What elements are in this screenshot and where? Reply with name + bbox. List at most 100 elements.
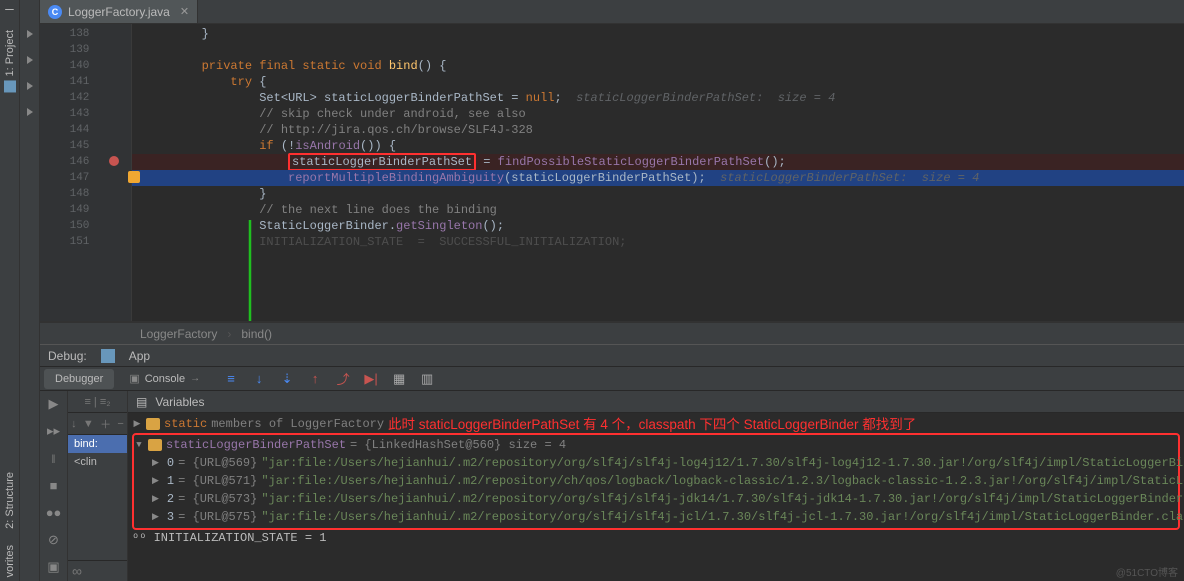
pause-icon[interactable]: ‖ — [46, 451, 62, 467]
run-to-cursor-icon[interactable]: ▶| — [363, 371, 379, 386]
tool-structure-label: 2: Structure — [4, 472, 16, 529]
close-icon[interactable]: ✕ — [180, 5, 189, 18]
frame-remove-icon[interactable]: − — [117, 418, 123, 430]
code-line[interactable]: try { — [132, 74, 1184, 90]
editor-fold-strip — [20, 0, 40, 581]
breakpoint-icon[interactable] — [109, 156, 119, 166]
code-line[interactable]: } — [132, 26, 1184, 42]
code-line[interactable]: StaticLoggerBinder.getSingleton(); — [132, 218, 1184, 234]
intention-bulb-icon[interactable] — [128, 171, 140, 183]
field-icon — [148, 439, 162, 451]
step-toolbar: ≡ ↓ ⇣ ↑ ⤴ ▶| ▦ ▥ — [223, 371, 435, 386]
editor-tab[interactable]: C LoggerFactory.java ✕ — [40, 0, 198, 23]
breadcrumb: LoggerFactory › bind() — [40, 322, 1184, 344]
java-class-icon: C — [48, 5, 62, 19]
variables-tree[interactable]: 此时 staticLoggerBinderPathSet 有 4 个，class… — [128, 413, 1184, 581]
expand-icon[interactable] — [152, 508, 159, 526]
editor-tab-bar: C LoggerFactory.java ✕ — [40, 0, 1184, 24]
code-line[interactable] — [132, 42, 1184, 58]
tool-structure[interactable]: 2: Structure — [4, 468, 16, 533]
static-keyword: static — [164, 416, 207, 433]
camera-icon[interactable]: ▣ — [46, 560, 62, 575]
resume-icon[interactable]: ▶ — [46, 397, 62, 412]
tab-debugger[interactable]: Debugger — [44, 369, 114, 389]
highlight-box: staticLoggerBinderPathSet = {LinkedHashS… — [132, 433, 1180, 530]
tool-window-strip-left: — 1: Project 2: Structure vorites — [0, 0, 20, 581]
frame-item[interactable]: <clin — [68, 453, 127, 471]
rerun-icon[interactable]: ▸▸ — [46, 424, 62, 439]
frame-filter-icon[interactable]: ▼ — [83, 418, 94, 430]
code-line[interactable]: // the next line does the binding — [132, 202, 1184, 218]
init-state-row[interactable]: ᵒᵒ INITIALIZATION_STATE = 1 — [132, 530, 1180, 547]
var-meta: = {LinkedHashSet@560} size = 4 — [350, 437, 566, 454]
variables-icon: ▤ — [136, 395, 147, 409]
drop-frame-icon[interactable]: ⤴ — [335, 371, 351, 386]
expand-icon[interactable] — [152, 490, 159, 508]
tab-console[interactable]: ▣ Console → — [118, 368, 211, 389]
var-name: staticLoggerBinderPathSet — [166, 437, 346, 454]
tool-favorites[interactable]: vorites — [4, 541, 16, 581]
set-variable-row[interactable]: staticLoggerBinderPathSet = {LinkedHashS… — [134, 436, 1178, 454]
tool-project[interactable]: 1: Project — [4, 26, 16, 96]
code-line[interactable]: if (!isAndroid()) { — [132, 138, 1184, 154]
code-line[interactable]: Set<URL> staticLoggerBinderPathSet = nul… — [132, 90, 1184, 106]
force-step-into-icon[interactable]: ⇣ — [279, 371, 295, 386]
code-line[interactable]: staticLoggerBinderPathSet = findPossible… — [132, 154, 1184, 170]
tool-favorites-label: vorites — [4, 545, 16, 577]
expand-icon[interactable] — [152, 454, 159, 472]
fold-toggle-icon[interactable] — [27, 30, 33, 38]
expand-icon[interactable] — [132, 415, 142, 433]
set-entry-row[interactable]: 0 = {URL@569} "jar:file:/Users/hejianhui… — [134, 454, 1178, 472]
editor-tab-filename: LoggerFactory.java — [68, 5, 170, 19]
frames-filter-icon[interactable]: ≡ | ≡₂ — [84, 396, 110, 408]
variables-panel: ▤ Variables 此时 staticLoggerBinderPathSet… — [128, 391, 1184, 581]
expand-icon[interactable] — [152, 472, 159, 490]
debug-toolwindow-header: Debug: App — [40, 344, 1184, 367]
code-line[interactable]: } — [132, 186, 1184, 202]
frame-item[interactable]: bind: — [68, 435, 127, 453]
set-entry-row[interactable]: 1 = {URL@571} "jar:file:/Users/hejianhui… — [134, 472, 1178, 490]
minimize-icon[interactable]: — — [0, 2, 19, 18]
debug-run-controls: ▶ ▸▸ ‖ ■ ●● ⊘ ▣ ⚙ — [40, 391, 68, 581]
variables-title: Variables — [155, 395, 204, 409]
watermark: @51CTO博客 — [1116, 564, 1178, 579]
frame-prev-icon[interactable]: ↓ — [71, 418, 77, 430]
code-line[interactable]: // skip check under android, see also — [132, 106, 1184, 122]
collapse-icon[interactable] — [134, 436, 144, 454]
code-line[interactable]: INITIALIZATION_STATE = SUCCESSFUL_INITIA… — [132, 234, 1184, 250]
code-area[interactable]: } private final static void bind() { try… — [132, 24, 1184, 321]
init-state-label: ᵒᵒ INITIALIZATION_STATE = 1 — [132, 530, 326, 547]
fold-toggle-icon[interactable] — [27, 82, 33, 90]
variables-header: ▤ Variables — [128, 391, 1184, 413]
code-line[interactable]: reportMultipleBindingAmbiguity(staticLog… — [132, 170, 1184, 186]
step-into-icon[interactable]: ↓ — [251, 371, 267, 386]
evaluate-icon[interactable]: ▦ — [391, 371, 407, 386]
static-suffix: members of LoggerFactory — [211, 416, 384, 433]
code-editor[interactable]: 1381391401411421431441451461471481491501… — [40, 24, 1184, 322]
chevron-right-icon: › — [227, 327, 231, 341]
main-area: C LoggerFactory.java ✕ 13813914014114214… — [40, 0, 1184, 581]
frames-list: bind:<clin — [68, 435, 127, 471]
frame-add-icon[interactable]: ＋ — [100, 416, 111, 432]
infinity-icon[interactable]: ∞ — [72, 563, 82, 579]
code-line[interactable]: // http://jira.qos.ch/browse/SLF4J-328 — [132, 122, 1184, 138]
breadcrumb-method[interactable]: bind() — [241, 327, 272, 341]
project-icon — [4, 80, 16, 92]
step-over-icon[interactable]: ≡ — [223, 371, 239, 386]
frames-toolbar: ≡ | ≡₂ — [68, 391, 127, 413]
set-entry-row[interactable]: 2 = {URL@573} "jar:file:/Users/hejianhui… — [134, 490, 1178, 508]
set-entry-row[interactable]: 3 = {URL@575} "jar:file:/Users/hejianhui… — [134, 508, 1178, 526]
stop-icon[interactable]: ■ — [46, 479, 62, 494]
run-config-icon — [101, 349, 115, 363]
code-line[interactable]: private final static void bind() { — [132, 58, 1184, 74]
field-icon — [146, 418, 160, 430]
breadcrumb-class[interactable]: LoggerFactory — [140, 327, 217, 341]
view-breakpoints-icon[interactable]: ●● — [46, 506, 62, 521]
step-out-icon[interactable]: ↑ — [307, 371, 323, 386]
run-config-name[interactable]: App — [129, 349, 150, 363]
mute-breakpoints-icon[interactable]: ⊘ — [46, 533, 62, 548]
fold-toggle-icon[interactable] — [27, 108, 33, 116]
tool-project-label: 1: Project — [4, 30, 16, 76]
fold-toggle-icon[interactable] — [27, 56, 33, 64]
trace-icon[interactable]: ▥ — [419, 371, 435, 386]
